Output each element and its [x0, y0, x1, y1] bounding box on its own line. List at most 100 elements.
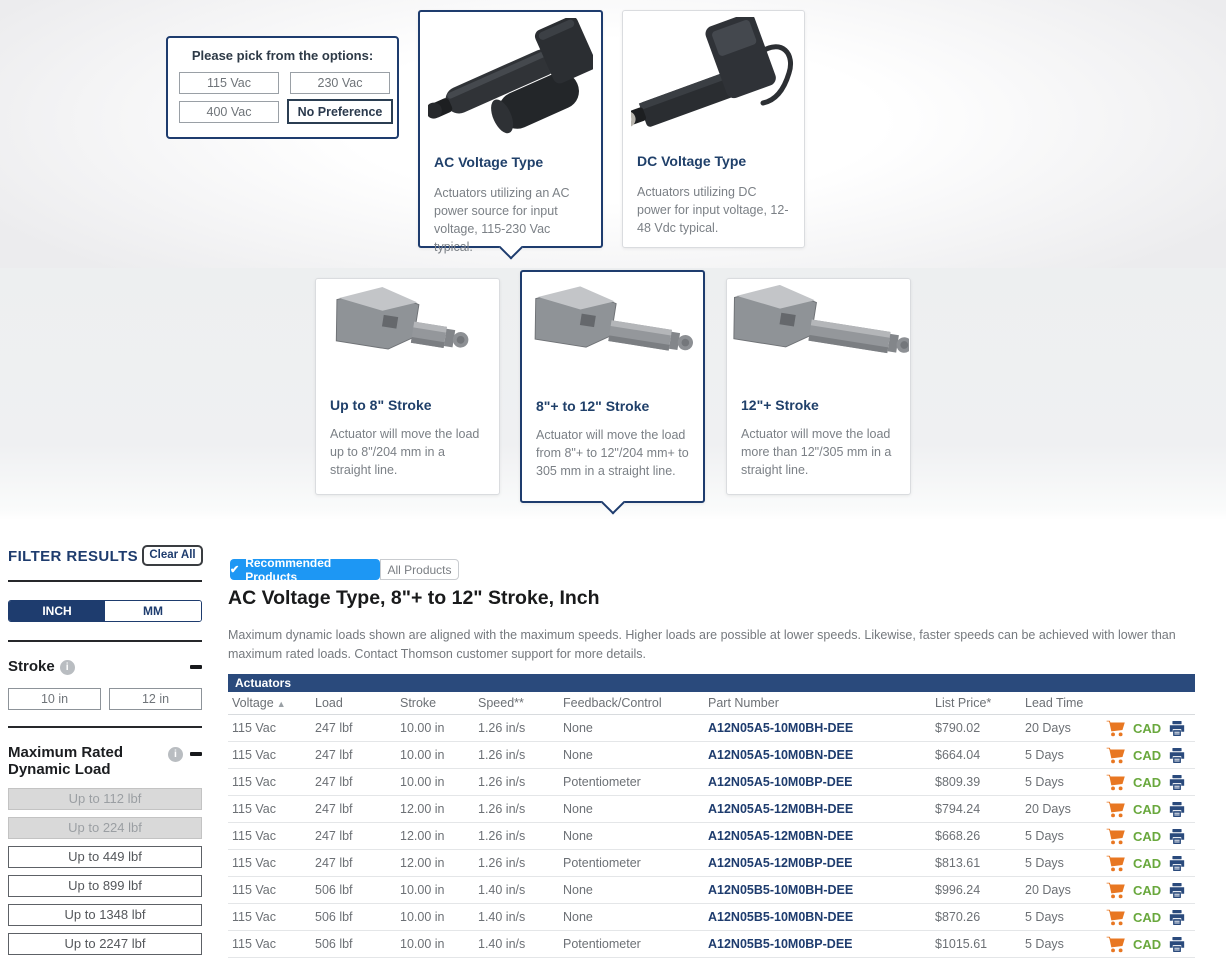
- add-to-cart-icon[interactable]: [1106, 855, 1125, 872]
- print-icon[interactable]: [1169, 721, 1185, 736]
- row-actions: CAD: [1106, 931, 1185, 958]
- stroke-10in-button[interactable]: 10 in: [8, 688, 101, 710]
- add-to-cart-icon[interactable]: [1106, 936, 1125, 953]
- actuator-selector-page: Please pick from the options: 115 Vac 23…: [0, 0, 1226, 961]
- info-icon[interactable]: i: [168, 747, 183, 762]
- part-number-link[interactable]: A12N05A5-12M0BN-DEE: [708, 823, 853, 850]
- stroke-12in-button[interactable]: 12 in: [109, 688, 202, 710]
- load-449lbf-button[interactable]: Up to 449 lbf: [8, 846, 202, 868]
- stroke-8-to-12-card[interactable]: 8"+ to 12" Stroke Actuator will move the…: [520, 270, 705, 503]
- col-stroke[interactable]: Stroke: [400, 692, 436, 715]
- table-row: 115 Vac 247 lbf 12.00 in 1.26 in/s None …: [228, 796, 1195, 823]
- col-part-number[interactable]: Part Number: [708, 692, 779, 715]
- print-icon[interactable]: [1169, 856, 1185, 871]
- option-115-vac-button[interactable]: 115 Vac: [179, 72, 279, 94]
- cell-list-price: $813.61: [935, 850, 980, 877]
- cell-lead-time: 20 Days: [1025, 877, 1071, 904]
- tab-all-products[interactable]: All Products: [380, 559, 459, 580]
- cell-feedback: None: [563, 796, 593, 823]
- table-row: 115 Vac 247 lbf 10.00 in 1.26 in/s Poten…: [228, 769, 1195, 796]
- cad-link[interactable]: CAD: [1133, 829, 1161, 844]
- collapse-icon[interactable]: [190, 665, 202, 669]
- cell-feedback: Potentiometer: [563, 850, 641, 877]
- ac-actuator-image: [420, 18, 601, 143]
- collapse-icon[interactable]: [190, 752, 202, 756]
- print-icon[interactable]: [1169, 829, 1185, 844]
- cad-link[interactable]: CAD: [1133, 775, 1161, 790]
- print-icon[interactable]: [1169, 748, 1185, 763]
- part-number-link[interactable]: A12N05B5-10M0BP-DEE: [708, 931, 853, 958]
- cell-stroke: 10.00 in: [400, 769, 444, 796]
- print-icon[interactable]: [1169, 802, 1185, 817]
- add-to-cart-icon[interactable]: [1106, 909, 1125, 926]
- load-2247lbf-button[interactable]: Up to 2247 lbf: [8, 933, 202, 955]
- cell-list-price: $794.24: [935, 796, 980, 823]
- print-icon[interactable]: [1169, 775, 1185, 790]
- option-230-vac-button[interactable]: 230 Vac: [290, 72, 390, 94]
- part-number-link[interactable]: A12N05A5-10M0BP-DEE: [708, 769, 853, 796]
- print-icon[interactable]: [1169, 883, 1185, 898]
- add-to-cart-icon[interactable]: [1106, 720, 1125, 737]
- dc-card-description: Actuators utilizing DC power for input v…: [637, 183, 793, 237]
- cell-feedback: None: [563, 715, 593, 742]
- options-title: Please pick from the options:: [168, 48, 397, 63]
- print-icon[interactable]: [1169, 910, 1185, 925]
- tab-recommended-products[interactable]: ✔ Recommended Products: [230, 559, 380, 580]
- cad-link[interactable]: CAD: [1133, 721, 1161, 736]
- table-row: 115 Vac 247 lbf 10.00 in 1.26 in/s None …: [228, 742, 1195, 769]
- cell-stroke: 10.00 in: [400, 715, 444, 742]
- part-number-link[interactable]: A12N05B5-10M0BN-DEE: [708, 904, 853, 931]
- cad-link[interactable]: CAD: [1133, 937, 1161, 952]
- part-number-link[interactable]: A12N05A5-12M0BH-DEE: [708, 796, 853, 823]
- table-row: 115 Vac 247 lbf 12.00 in 1.26 in/s Poten…: [228, 850, 1195, 877]
- load-899lbf-button[interactable]: Up to 899 lbf: [8, 875, 202, 897]
- option-no-preference-button[interactable]: No Preference: [287, 99, 393, 124]
- col-load[interactable]: Load: [315, 692, 343, 715]
- load-1348lbf-button[interactable]: Up to 1348 lbf: [8, 904, 202, 926]
- table-header-row: Voltage▲ Load Stroke Speed** Feedback/Co…: [228, 692, 1195, 715]
- option-400-vac-button[interactable]: 400 Vac: [179, 101, 279, 123]
- print-icon[interactable]: [1169, 937, 1185, 952]
- add-to-cart-icon[interactable]: [1106, 747, 1125, 764]
- clear-all-button[interactable]: Clear All: [142, 545, 203, 566]
- stroke-up-to-8-card[interactable]: Up to 8" Stroke Actuator will move the l…: [315, 278, 500, 495]
- cell-voltage: 115 Vac: [232, 715, 276, 742]
- col-speed[interactable]: Speed**: [478, 692, 524, 715]
- part-number-link[interactable]: A12N05A5-10M0BH-DEE: [708, 715, 853, 742]
- part-number-link[interactable]: A12N05B5-10M0BH-DEE: [708, 877, 853, 904]
- unit-inch-button[interactable]: INCH: [9, 601, 105, 621]
- cell-lead-time: 5 Days: [1025, 769, 1064, 796]
- unit-mm-button[interactable]: MM: [105, 601, 201, 621]
- add-to-cart-icon[interactable]: [1106, 882, 1125, 899]
- cad-link[interactable]: CAD: [1133, 910, 1161, 925]
- add-to-cart-icon[interactable]: [1106, 774, 1125, 791]
- cell-stroke: 10.00 in: [400, 904, 444, 931]
- col-lead-time[interactable]: Lead Time: [1025, 692, 1083, 715]
- part-number-link[interactable]: A12N05A5-12M0BP-DEE: [708, 850, 853, 877]
- cell-list-price: $870.26: [935, 904, 980, 931]
- stroke-12-plus-card[interactable]: 12"+ Stroke Actuator will move the load …: [726, 278, 911, 495]
- tab-label: All Products: [387, 563, 451, 577]
- col-list-price[interactable]: List Price*: [935, 692, 991, 715]
- cad-link[interactable]: CAD: [1133, 856, 1161, 871]
- cell-feedback: Potentiometer: [563, 931, 641, 958]
- ac-voltage-type-card[interactable]: AC Voltage Type Actuators utilizing an A…: [418, 10, 603, 248]
- stroke-card-title: 8"+ to 12" Stroke: [536, 398, 649, 414]
- cad-link[interactable]: CAD: [1133, 883, 1161, 898]
- cell-voltage: 115 Vac: [232, 877, 276, 904]
- voltage-options-box: Please pick from the options: 115 Vac 23…: [166, 36, 399, 139]
- info-icon[interactable]: i: [60, 660, 75, 675]
- cad-link[interactable]: CAD: [1133, 802, 1161, 817]
- dc-voltage-type-card[interactable]: DC Voltage Type Actuators utilizing DC p…: [622, 10, 805, 248]
- cell-speed: 1.40 in/s: [478, 931, 525, 958]
- col-voltage[interactable]: Voltage▲: [232, 692, 286, 716]
- add-to-cart-icon[interactable]: [1106, 801, 1125, 818]
- cell-load: 247 lbf: [315, 742, 353, 769]
- cell-list-price: $790.02: [935, 715, 980, 742]
- cell-stroke: 10.00 in: [400, 877, 444, 904]
- part-number-link[interactable]: A12N05A5-10M0BN-DEE: [708, 742, 853, 769]
- col-feedback-control[interactable]: Feedback/Control: [563, 692, 662, 715]
- cad-link[interactable]: CAD: [1133, 748, 1161, 763]
- add-to-cart-icon[interactable]: [1106, 828, 1125, 845]
- cell-speed: 1.26 in/s: [478, 742, 525, 769]
